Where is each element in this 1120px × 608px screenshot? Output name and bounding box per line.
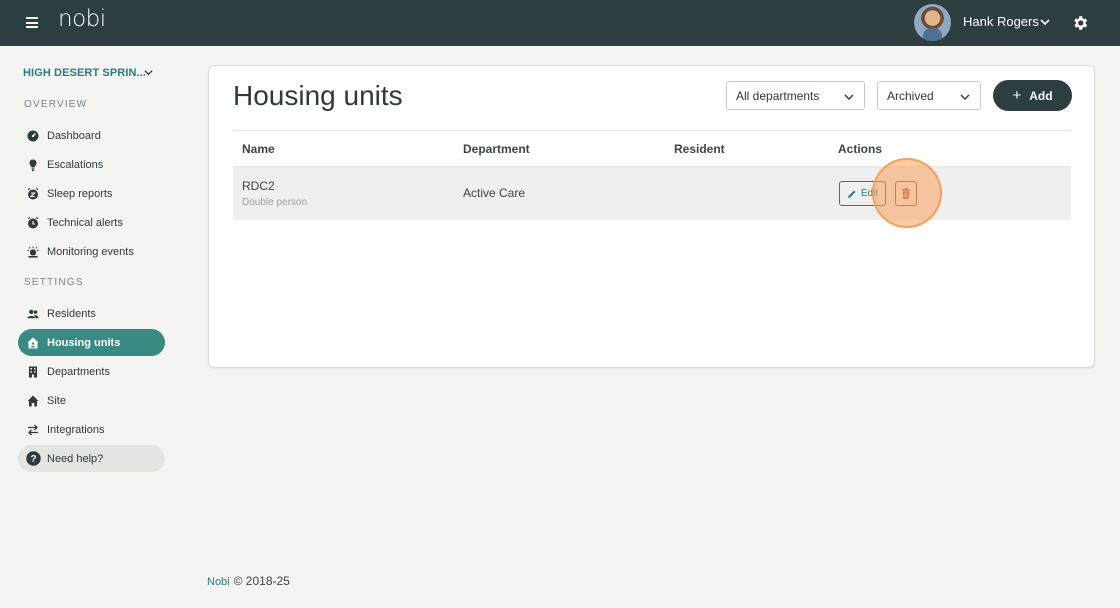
help-button[interactable]: ? Need help? [18, 445, 165, 472]
footer-copyright: © 2018-25 [233, 574, 290, 588]
sleep-icon [27, 187, 39, 200]
building-icon [27, 366, 39, 378]
table-row[interactable]: RDC2 Double person Active Care Edit [233, 158, 1071, 228]
status-filter-value: Archived [887, 88, 934, 103]
swap-icon [27, 424, 39, 436]
table-header: Name Department Resident Actions [233, 130, 1071, 167]
sidebar-item-label: Residents [47, 307, 96, 320]
sidebar-item-label: Monitoring events [47, 245, 134, 258]
column-header-name[interactable]: Name [242, 142, 275, 156]
chevron-down-icon[interactable] [144, 68, 153, 77]
alarm-icon [27, 216, 39, 229]
escalations-icon [27, 159, 39, 171]
housing-icon [27, 337, 39, 349]
column-header-actions: Actions [838, 142, 883, 156]
sidebar-item-integrations[interactable]: Integrations [18, 416, 165, 443]
avatar[interactable] [914, 4, 951, 41]
sidebar-item-monitoring-events[interactable]: Monitoring events [18, 238, 165, 265]
unit-type: Double person [242, 197, 308, 208]
plus-icon: + [1012, 87, 1022, 104]
footer: Nobi © 2018-25 [207, 574, 290, 588]
sidebar-item-sleep-reports[interactable]: Sleep reports [18, 180, 165, 207]
sidebar-item-label: Integrations [47, 423, 105, 436]
chevron-down-icon [960, 94, 970, 100]
sidebar-item-label: Departments [47, 365, 110, 378]
trash-icon [902, 188, 910, 199]
add-button[interactable]: + Add [993, 80, 1072, 111]
home-icon [27, 395, 39, 407]
app-logo[interactable]: nobi [58, 6, 106, 32]
top-bar: nobi Hank Rogers [0, 0, 1120, 46]
status-filter[interactable]: Archived [877, 81, 981, 110]
sidebar-item-label: Dashboard [47, 129, 101, 142]
site-selector[interactable]: HIGH DESERT SPRIN... [23, 67, 146, 79]
sidebar-item-site[interactable]: Site [18, 387, 165, 414]
housing-units-table: Name Department Resident Actions RDC2 Do… [233, 130, 1071, 228]
gear-icon[interactable] [1071, 14, 1089, 32]
column-header-department[interactable]: Department [463, 142, 530, 156]
chevron-down-icon[interactable] [1040, 17, 1050, 27]
sidebar-item-residents[interactable]: Residents [18, 300, 165, 327]
sidebar-item-housing-units[interactable]: Housing units [18, 329, 165, 356]
add-button-label: Add [1029, 88, 1053, 103]
edit-button[interactable]: Edit [839, 181, 886, 206]
people-icon [27, 308, 39, 320]
svg-text:?: ? [30, 454, 36, 465]
sidebar-item-label: Escalations [47, 158, 104, 171]
department-filter-value: All departments [736, 88, 820, 103]
delete-button[interactable] [895, 181, 917, 206]
menu-icon[interactable] [26, 17, 38, 28]
unit-department: Active Care [463, 186, 526, 200]
edit-button-label: Edit [860, 188, 879, 199]
page-title: Housing units [233, 80, 403, 111]
settings-section-label: SETTINGS [24, 277, 84, 288]
pencil-icon [847, 190, 856, 198]
help-icon: ? [26, 451, 41, 466]
unit-name: RDC2 [242, 179, 275, 193]
sidebar-item-departments[interactable]: Departments [18, 358, 165, 385]
overview-section-label: OVERVIEW [24, 99, 88, 110]
help-label: Need help? [47, 452, 104, 465]
sidebar-item-dashboard[interactable]: Dashboard [18, 122, 165, 149]
department-filter[interactable]: All departments [726, 81, 865, 110]
user-name[interactable]: Hank Rogers [963, 14, 1039, 29]
sidebar-item-label: Site [47, 394, 66, 407]
sidebar-item-label: Technical alerts [47, 216, 123, 229]
sidebar-item-label: Housing units [47, 336, 121, 349]
sidebar-item-technical-alerts[interactable]: Technical alerts [18, 209, 165, 236]
footer-brand-link[interactable]: Nobi [207, 576, 230, 588]
sidebar-item-label: Sleep reports [47, 187, 113, 200]
housing-units-card: Housing units All departments Archived +… [208, 65, 1095, 368]
sidebar-item-escalations[interactable]: Escalations [18, 151, 165, 178]
column-header-resident[interactable]: Resident [674, 142, 725, 156]
dashboard-icon [27, 130, 39, 142]
sidebar: HIGH DESERT SPRIN... OVERVIEW Dashboard … [0, 46, 180, 608]
monitoring-icon [27, 246, 39, 258]
chevron-down-icon [844, 94, 854, 100]
